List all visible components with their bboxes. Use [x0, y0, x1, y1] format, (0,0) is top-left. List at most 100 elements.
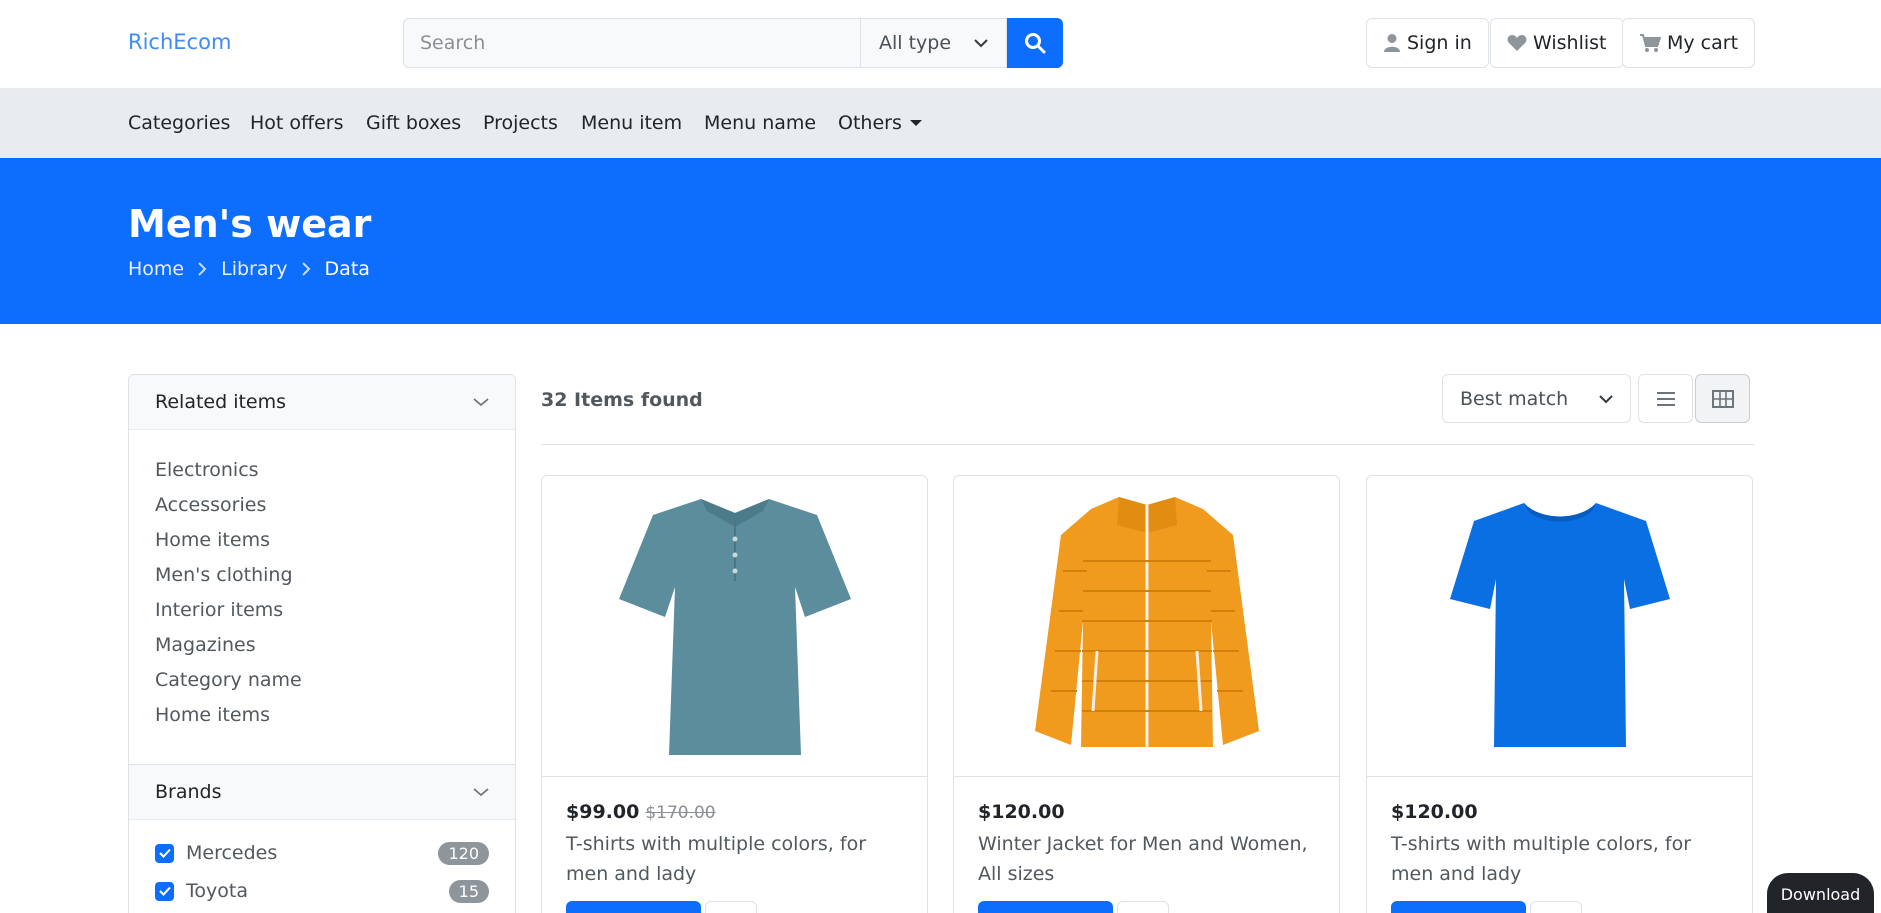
brand-row[interactable]: Mercedes 120 — [129, 834, 515, 872]
product-card-body: $99.00 $170.00 T-shirts with multiple co… — [542, 777, 927, 913]
product-card[interactable]: $99.00 $170.00 T-shirts with multiple co… — [541, 475, 928, 913]
page-title: Men's wear — [128, 202, 372, 246]
top-header: RichEcom All type Sign in Wishlist My ca… — [0, 0, 1881, 88]
product-card[interactable]: $120.00 T-shirts with multiple colors, f… — [1366, 475, 1753, 913]
brand-name: Toyota — [186, 880, 248, 902]
checkbox-checked[interactable] — [155, 843, 174, 863]
brand-count-badge: 15 — [448, 879, 489, 903]
related-items-list: Electronics Accessories Home items Men's… — [129, 430, 515, 764]
favorite-button[interactable] — [1530, 901, 1582, 913]
chevron-right-icon — [198, 262, 207, 276]
product-old-price: $170.00 — [645, 803, 716, 823]
related-item[interactable]: Home items — [155, 703, 489, 738]
chevron-right-icon — [301, 262, 311, 276]
page: RichEcom All type Sign in Wishlist My ca… — [0, 0, 1881, 913]
breadcrumb-library[interactable]: Library — [221, 258, 287, 280]
related-items-title: Related items — [155, 391, 287, 413]
brands-header[interactable]: Brands — [129, 765, 515, 820]
cart-icon — [1640, 34, 1661, 52]
product-actions — [978, 901, 1315, 913]
download-button[interactable]: Download — [1767, 873, 1874, 913]
related-item[interactable]: Electronics — [155, 458, 489, 493]
nav-item-menu-name[interactable]: Menu name — [704, 112, 816, 134]
related-item[interactable]: Home items — [155, 528, 489, 563]
product-title[interactable]: T-shirts with multiple colors, for men a… — [566, 829, 903, 889]
product-price: $99.00 — [566, 801, 640, 823]
brand-logo[interactable]: RichEcom — [128, 30, 231, 54]
product-image-puffer-jacket[interactable] — [954, 476, 1339, 777]
product-title[interactable]: Winter Jacket for Men and Women, All siz… — [978, 829, 1315, 889]
breadcrumb: Home Library Data — [128, 258, 370, 280]
listing-divider — [541, 444, 1754, 445]
brands-title: Brands — [155, 781, 222, 803]
grid-view-button[interactable] — [1695, 374, 1750, 423]
product-price: $120.00 — [978, 801, 1065, 823]
related-item[interactable]: Men's clothing — [155, 563, 489, 598]
price-row: $99.00 $170.00 — [566, 801, 903, 823]
related-item[interactable]: Category name — [155, 668, 489, 703]
puffer-jacket-image — [1034, 497, 1259, 747]
caret-down-icon — [909, 120, 922, 126]
brand-row[interactable]: Toyota 15 — [129, 872, 515, 910]
search-group: All type — [403, 18, 1063, 68]
nav-item-gift-boxes[interactable]: Gift boxes — [366, 112, 461, 134]
related-item[interactable]: Accessories — [155, 493, 489, 528]
type-select[interactable]: All type — [860, 18, 1007, 68]
nav-item-categories[interactable]: Categories — [128, 112, 230, 134]
cart-label: My cart — [1667, 32, 1739, 54]
search-icon — [1025, 33, 1046, 54]
chevron-down-icon — [1599, 394, 1613, 403]
page-banner: Men's wear Home Library Data — [0, 158, 1881, 324]
sign-in-button[interactable]: Sign in — [1366, 18, 1489, 68]
product-actions — [566, 901, 903, 913]
breadcrumb-home[interactable]: Home — [128, 258, 184, 280]
filter-sidebar: Related items Electronics Accessories Ho… — [128, 374, 516, 913]
wishlist-label: Wishlist — [1533, 32, 1607, 54]
related-item[interactable]: Interior items — [155, 598, 489, 633]
nav-item-projects[interactable]: Projects — [483, 112, 558, 134]
product-card-body: $120.00 Winter Jacket for Men and Women,… — [954, 777, 1339, 913]
type-select-value: All type — [879, 32, 952, 54]
favorite-button[interactable] — [705, 901, 757, 913]
sign-in-label: Sign in — [1407, 32, 1472, 54]
brand-name: Mercedes — [186, 842, 278, 864]
breadcrumb-data: Data — [324, 258, 370, 280]
brand-option: Toyota — [155, 880, 248, 902]
checkbox-checked[interactable] — [155, 881, 174, 901]
chevron-down-icon — [974, 39, 988, 48]
product-title[interactable]: T-shirts with multiple colors, for men a… — [1391, 829, 1728, 889]
search-input[interactable] — [403, 18, 860, 68]
main-nav: Categories Hot offers Gift boxes Project… — [0, 88, 1881, 158]
check-icon — [158, 886, 171, 896]
add-to-cart-button[interactable] — [566, 901, 701, 913]
brand-option: Mercedes — [155, 842, 277, 864]
sort-select-value: Best match — [1460, 387, 1569, 410]
add-to-cart-button[interactable] — [1391, 901, 1526, 913]
favorite-button[interactable] — [1117, 901, 1169, 913]
nav-item-hot-offers[interactable]: Hot offers — [250, 112, 344, 134]
user-icon — [1384, 34, 1400, 52]
product-card[interactable]: $120.00 Winter Jacket for Men and Women,… — [953, 475, 1340, 913]
sort-select[interactable]: Best match — [1442, 374, 1631, 423]
nav-item-others[interactable]: Others — [838, 112, 922, 134]
list-view-button[interactable] — [1638, 374, 1693, 423]
heart-icon — [1507, 35, 1527, 51]
list-icon — [1656, 391, 1675, 406]
wishlist-button[interactable]: Wishlist — [1490, 18, 1624, 68]
items-found-count: 32 Items found — [541, 389, 703, 411]
related-items-header[interactable]: Related items — [129, 375, 515, 430]
add-to-cart-button[interactable] — [978, 901, 1113, 913]
nav-item-others-label: Others — [838, 112, 902, 134]
tshirt-image — [1449, 503, 1670, 747]
price-row: $120.00 — [978, 801, 1315, 823]
brand-count-badge: 120 — [438, 841, 489, 865]
product-image-tshirt[interactable] — [1367, 476, 1752, 777]
nav-item-menu-item[interactable]: Menu item — [581, 112, 682, 134]
product-image-polo-shirt[interactable] — [542, 476, 927, 777]
related-item[interactable]: Magazines — [155, 633, 489, 668]
product-price: $120.00 — [1391, 801, 1478, 823]
cart-button[interactable]: My cart — [1622, 18, 1756, 68]
brands-list: Mercedes 120 Toyota 15 — [129, 820, 515, 910]
product-actions — [1391, 901, 1728, 913]
search-button[interactable] — [1007, 18, 1063, 68]
